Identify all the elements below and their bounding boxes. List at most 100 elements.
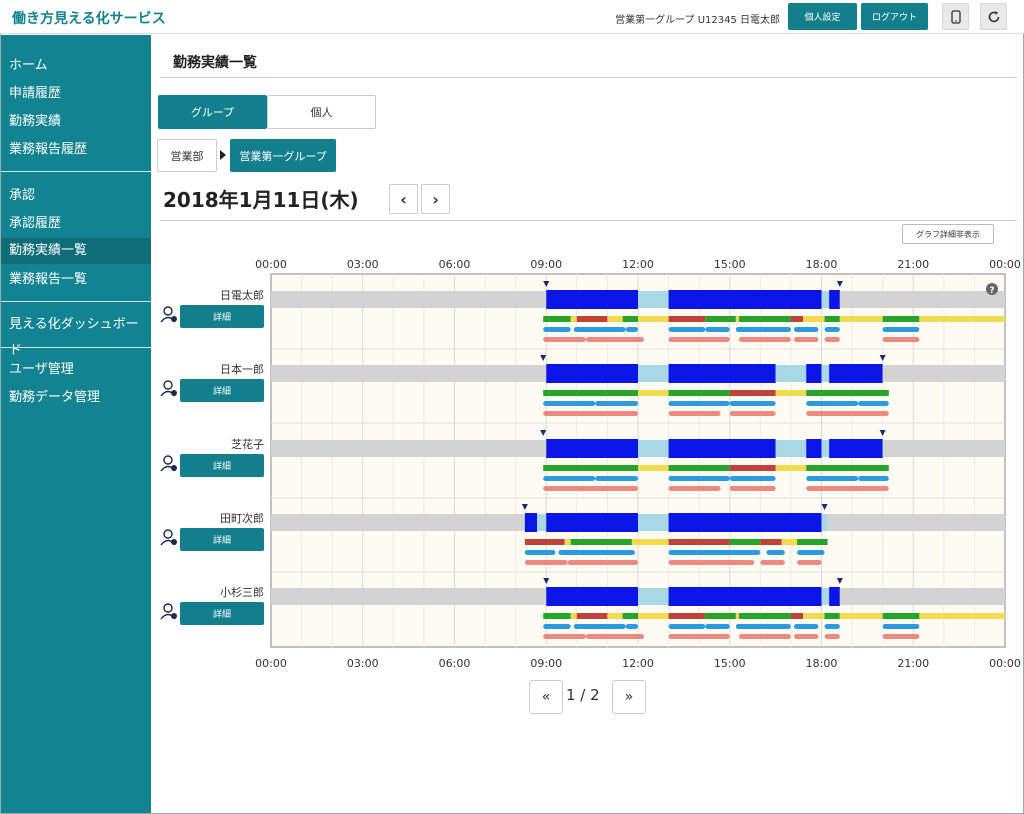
timeline-segment-off <box>827 514 1005 531</box>
timeline-segment-break <box>821 440 830 457</box>
x-tick-label-bottom: 21:00 <box>897 657 929 670</box>
activity-bar-green <box>543 316 571 322</box>
x-tick-label-bottom: 00:00 <box>989 657 1021 670</box>
activity-bar-green <box>668 390 730 396</box>
detail-button[interactable]: 詳細 <box>180 528 264 551</box>
activity-bar-yellow <box>803 316 825 322</box>
user-avatar-icon <box>160 455 177 472</box>
x-tick-label-bottom: 15:00 <box>714 657 746 670</box>
activity-bar-blue <box>766 550 785 555</box>
timeline-segment-work <box>546 587 638 606</box>
activity-bar-red <box>576 316 608 322</box>
activity-bar-salmon <box>567 560 638 565</box>
activity-bar-yellow <box>919 613 1005 619</box>
timeline-segment-work <box>524 513 538 532</box>
activity-bar-salmon <box>543 337 587 342</box>
activity-bar-red <box>668 316 706 322</box>
activity-bar-blue <box>793 624 819 629</box>
activity-bar-salmon <box>668 486 721 491</box>
timeline-segment-work <box>668 587 822 606</box>
activity-bar-blue <box>573 624 626 629</box>
timeline-segment-work <box>668 364 776 383</box>
activity-bar-green <box>622 613 638 619</box>
timeline-segment-break <box>638 588 669 605</box>
activity-bar-salmon <box>586 634 629 639</box>
activity-bar-salmon <box>668 337 730 342</box>
timeline-segment-break <box>821 291 830 308</box>
activity-bar-salmon <box>729 411 776 416</box>
activity-bar-blue <box>668 401 730 406</box>
activity-bar-yellow <box>638 613 669 619</box>
activity-bar-blue <box>882 327 920 332</box>
activity-bar-salmon <box>824 634 840 639</box>
x-tick-label-top: 09:00 <box>530 258 562 271</box>
activity-bar-green <box>622 316 638 322</box>
detail-button[interactable]: 詳細 <box>180 305 264 328</box>
detail-button[interactable]: 詳細 <box>180 454 264 477</box>
page-first-button[interactable]: « <box>529 680 563 714</box>
activity-bar-green <box>882 316 920 322</box>
x-tick-label-top: 06:00 <box>439 258 471 271</box>
activity-bar-yellow <box>839 316 883 322</box>
timeline-segment-break <box>821 588 830 605</box>
activity-bar-blue <box>882 624 920 629</box>
activity-bar-yellow <box>839 613 883 619</box>
employee-name: 日本一郎 <box>220 363 264 376</box>
activity-bar-yellow <box>781 539 798 545</box>
x-tick-label-top: 00:00 <box>255 258 287 271</box>
x-tick-label-bottom: 12:00 <box>622 657 654 670</box>
page-last-button[interactable]: » <box>612 680 646 714</box>
activity-bar-yellow <box>775 390 807 396</box>
activity-bar-green <box>543 465 638 471</box>
x-tick-label-top: 21:00 <box>897 258 929 271</box>
activity-bar-salmon <box>668 411 721 416</box>
activity-bar-blue <box>625 327 638 332</box>
timeline-segment-off <box>839 291 1005 308</box>
timeline-segment-work <box>806 364 822 383</box>
detail-button[interactable]: 詳細 <box>180 379 264 402</box>
activity-bar-yellow <box>803 613 825 619</box>
activity-bar-salmon <box>797 560 822 565</box>
employee-name: 日電太郎 <box>220 289 264 302</box>
activity-bar-red <box>760 539 782 545</box>
activity-bar-blue <box>858 476 889 481</box>
activity-bar-green <box>543 390 638 396</box>
activity-bar-blue <box>806 401 859 406</box>
timeline-segment-break <box>638 291 669 308</box>
help-icon-glyph: ? <box>989 286 994 296</box>
x-tick-label-top: 18:00 <box>806 258 838 271</box>
activity-bar-red <box>729 390 776 396</box>
activity-bar-yellow <box>570 613 577 619</box>
employee-name: 田町次郎 <box>220 512 264 525</box>
activity-bar-blue <box>797 550 825 555</box>
x-tick-label-bottom: 18:00 <box>806 657 838 670</box>
activity-bar-salmon <box>543 486 638 491</box>
timeline-segment-work <box>829 364 883 383</box>
activity-bar-blue <box>573 327 626 332</box>
x-tick-label-bottom: 00:00 <box>255 657 287 670</box>
activity-bar-salmon <box>622 337 645 342</box>
activity-bar-blue <box>668 624 706 629</box>
activity-bar-red <box>668 539 730 545</box>
activity-bar-salmon <box>806 411 889 416</box>
activity-bar-red <box>576 613 608 619</box>
activity-bar-salmon <box>738 634 791 639</box>
activity-bar-blue <box>595 476 638 481</box>
timeline-segment-break <box>821 514 828 531</box>
detail-button[interactable]: 詳細 <box>180 602 264 625</box>
activity-bar-blue <box>543 624 571 629</box>
activity-bar-blue <box>543 327 571 332</box>
activity-bar-blue <box>793 327 819 332</box>
timeline-segment-work <box>668 439 776 458</box>
activity-bar-blue <box>558 550 635 555</box>
activity-bar-green <box>797 539 828 545</box>
activity-bar-yellow <box>631 539 669 545</box>
activity-bar-blue <box>668 550 761 555</box>
activity-bar-salmon <box>586 337 629 342</box>
activity-bar-salmon <box>622 634 645 639</box>
x-tick-label-top: 00:00 <box>989 258 1021 271</box>
activity-bar-salmon <box>729 486 776 491</box>
x-tick-label-bottom: 09:00 <box>530 657 562 670</box>
page-indicator: 1 / 2 <box>566 686 600 704</box>
activity-bar-blue <box>729 401 776 406</box>
